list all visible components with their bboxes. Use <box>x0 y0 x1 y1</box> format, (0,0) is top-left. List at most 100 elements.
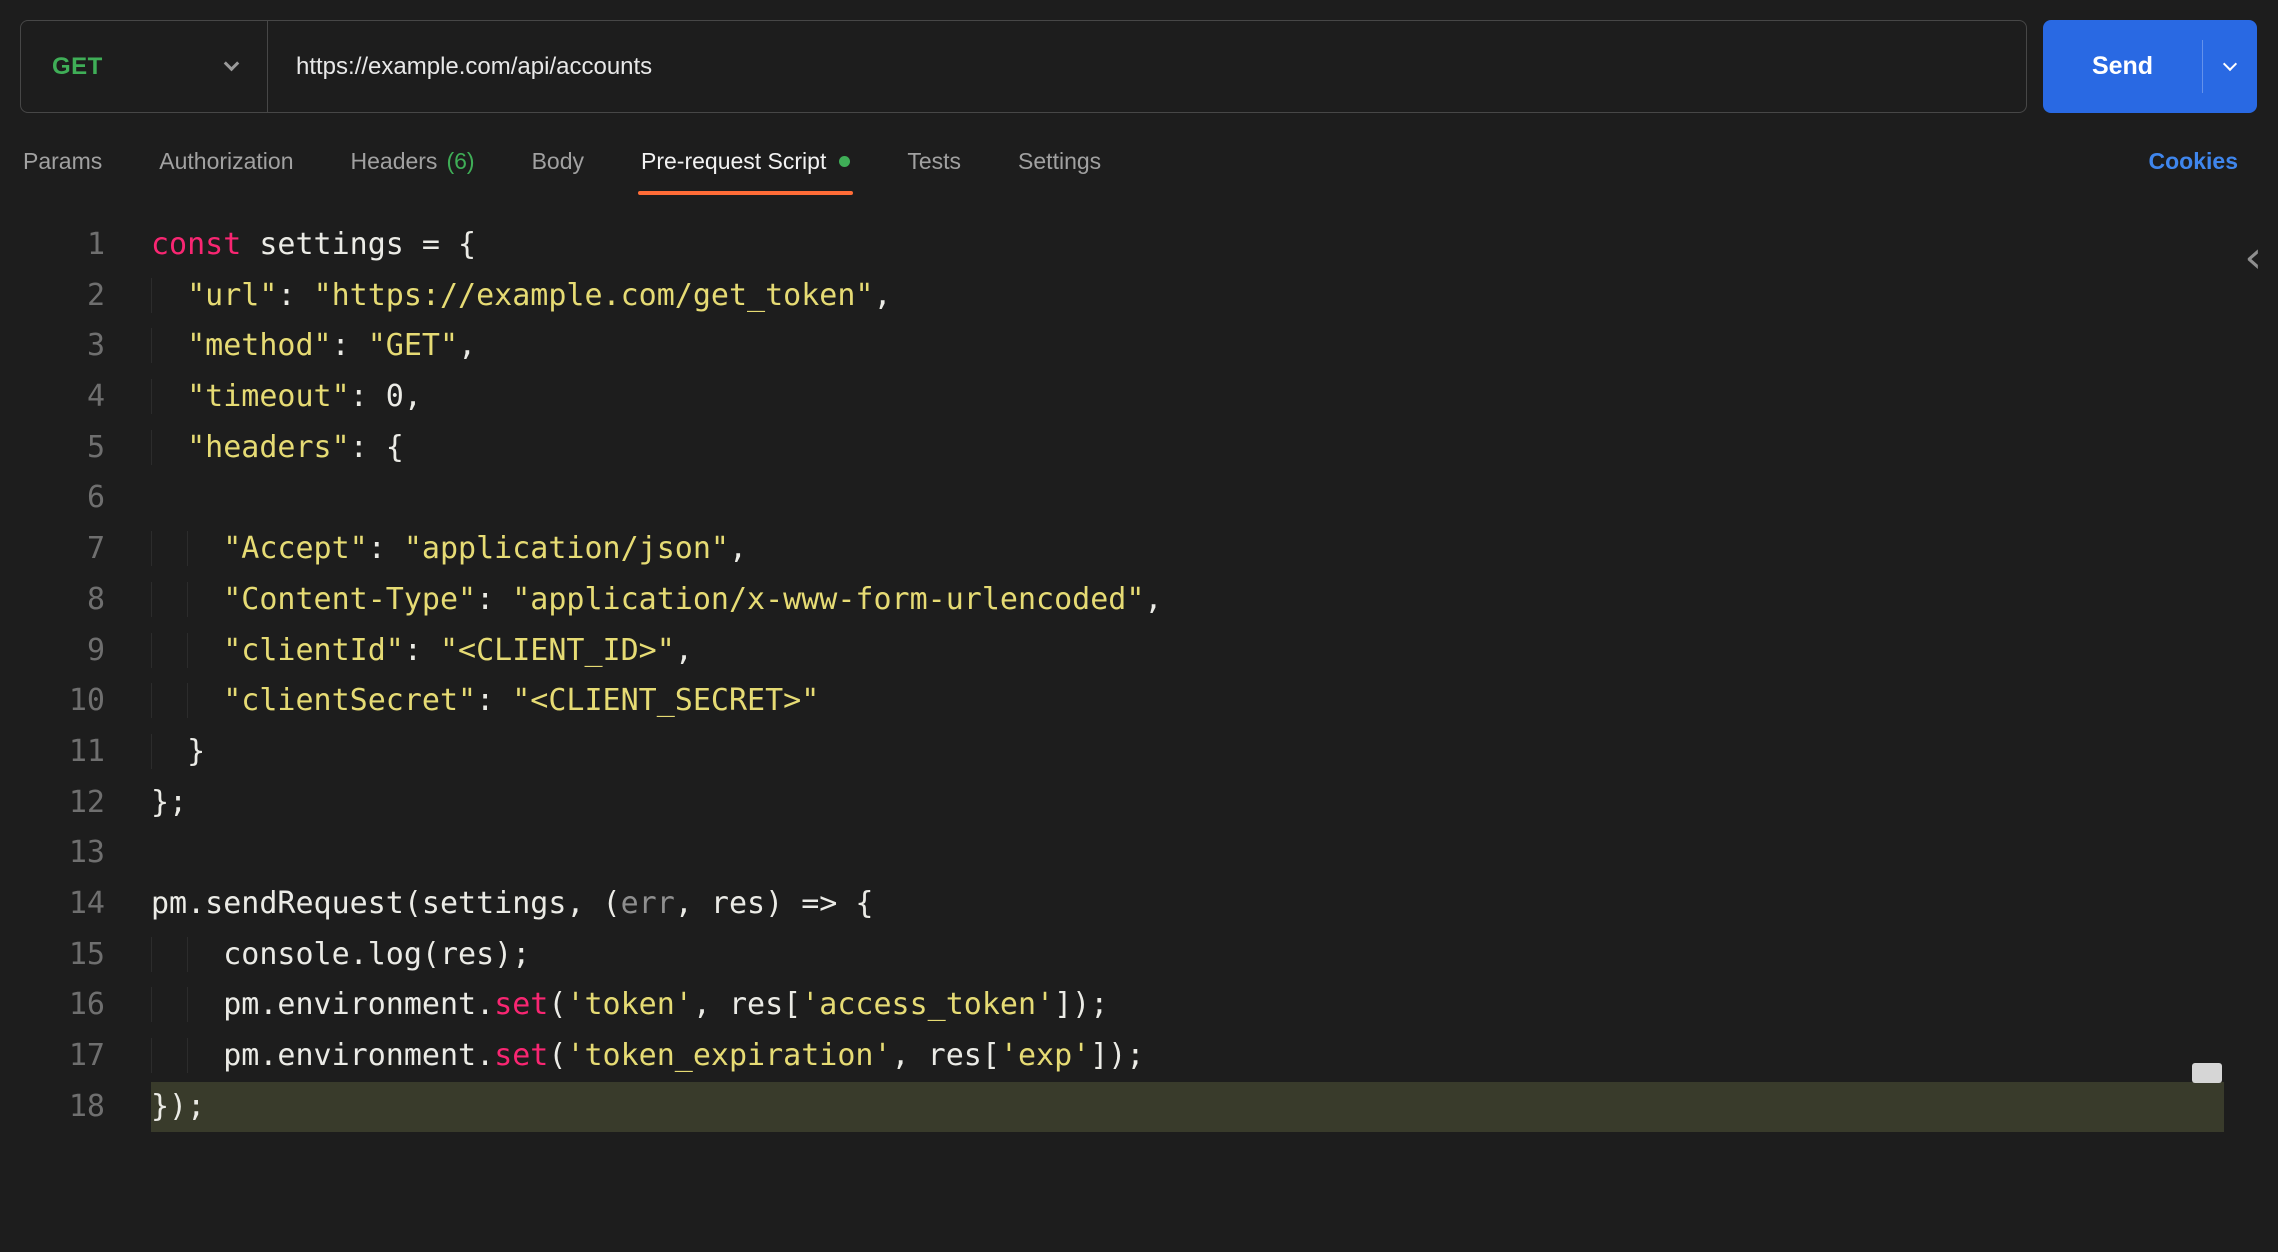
code-line-17[interactable]: pm.environment.set('token_expiration', r… <box>151 1031 2224 1082</box>
collapse-panel-icon[interactable]: ‹ <box>2244 236 2262 280</box>
code-line-16[interactable]: pm.environment.set('token', res['access_… <box>151 980 2224 1031</box>
code-token: err <box>621 886 675 921</box>
method-label: GET <box>52 53 103 81</box>
code-token: 'token_expiration' <box>566 1038 891 1073</box>
tab-label: Tests <box>907 148 961 175</box>
code-token: "timeout" <box>187 379 350 414</box>
code-token: console.log(res); <box>223 937 530 972</box>
code-line-3[interactable]: "method": "GET", <box>151 321 2224 372</box>
code-token: , res[ <box>892 1038 1000 1073</box>
code-token: "url" <box>187 278 277 313</box>
code-token: "headers" <box>187 430 350 465</box>
code-token: "Accept" <box>223 531 368 566</box>
code-token: : <box>332 328 368 363</box>
tab-count-badge: (6) <box>446 148 474 175</box>
request-bar: GET Send <box>0 0 2278 113</box>
code-token: "<CLIENT_ID>" <box>440 633 675 668</box>
tab-label: Params <box>23 148 102 175</box>
line-number-gutter: 123456789101112131415161718 <box>0 220 105 1132</box>
code-token: , <box>458 328 476 363</box>
indent-guide <box>151 683 187 718</box>
line-number: 18 <box>0 1082 105 1133</box>
scrollbar-thumb[interactable] <box>2192 1063 2222 1083</box>
code-token: "<CLIENT_SECRET>" <box>512 683 819 718</box>
indent-guide <box>187 633 223 668</box>
tab-label: Headers <box>351 148 438 175</box>
cookies-link[interactable]: Cookies <box>2149 148 2238 175</box>
code-line-6[interactable] <box>151 473 2224 524</box>
code-token: ]); <box>1054 987 1108 1022</box>
line-number: 10 <box>0 676 105 727</box>
code-token: 'access_token' <box>801 987 1054 1022</box>
code-token: ( <box>548 1038 566 1073</box>
code-area[interactable]: const settings = { "url": "https://examp… <box>151 220 2224 1132</box>
send-button[interactable]: Send <box>2043 20 2257 113</box>
send-button-main[interactable]: Send <box>2043 20 2202 113</box>
code-line-7[interactable]: "Accept": "application/json", <box>151 524 2224 575</box>
tab-label: Authorization <box>159 148 293 175</box>
chevron-down-icon <box>224 56 240 72</box>
code-line-8[interactable]: "Content-Type": "application/x-www-form-… <box>151 575 2224 626</box>
code-line-10[interactable]: "clientSecret": "<CLIENT_SECRET>" <box>151 676 2224 727</box>
indent-guide <box>151 987 187 1022</box>
code-token: , <box>729 531 747 566</box>
code-token: "application/x-www-form-urlencoded" <box>512 582 1144 617</box>
send-options-button[interactable] <box>2203 20 2257 113</box>
code-token: const <box>151 227 241 262</box>
code-line-5[interactable]: "headers": { <box>151 423 2224 474</box>
indent-guide <box>187 683 223 718</box>
url-group: GET <box>20 20 2027 113</box>
code-line-14[interactable]: pm.sendRequest(settings, (err, res) => { <box>151 879 2224 930</box>
code-token: : { <box>350 430 404 465</box>
line-number: 8 <box>0 575 105 626</box>
indent-guide <box>187 1038 223 1073</box>
code-token: 'token' <box>566 987 692 1022</box>
code-token: "GET" <box>368 328 458 363</box>
method-dropdown[interactable]: GET <box>21 21 267 112</box>
indent-guide <box>151 430 187 465</box>
tab-bar: Params Authorization Headers (6) Body Pre-req… <box>0 128 2278 195</box>
code-token: "Content-Type" <box>223 582 476 617</box>
tab-headers[interactable]: Headers (6) <box>351 128 475 195</box>
indent-guide <box>151 734 187 769</box>
code-token: pm.environment. <box>223 1038 494 1073</box>
unsaved-changes-dot-icon <box>839 156 850 167</box>
code-line-12[interactable]: }; <box>151 778 2224 829</box>
tab-settings[interactable]: Settings <box>1018 128 1101 195</box>
code-token: ( <box>548 987 566 1022</box>
line-number: 4 <box>0 372 105 423</box>
code-token: 'exp' <box>1000 1038 1090 1073</box>
code-line-11[interactable]: } <box>151 727 2224 778</box>
indent-guide <box>151 531 187 566</box>
chevron-down-icon <box>2223 56 2237 70</box>
code-token: set <box>494 987 548 1022</box>
code-line-13[interactable] <box>151 828 2224 879</box>
tab-params[interactable]: Params <box>23 128 102 195</box>
tab-pre-request-script[interactable]: Pre-request Script <box>641 128 850 195</box>
code-line-2[interactable]: "url": "https://example.com/get_token", <box>151 271 2224 322</box>
code-token: : <box>476 582 512 617</box>
code-token: } <box>187 734 205 769</box>
url-input[interactable] <box>268 21 2026 112</box>
send-label: Send <box>2092 52 2153 81</box>
code-line-15[interactable]: console.log(res); <box>151 930 2224 981</box>
line-number: 1 <box>0 220 105 271</box>
code-token: settings = { <box>241 227 476 262</box>
code-token: "https://example.com/get_token" <box>314 278 874 313</box>
tab-tests[interactable]: Tests <box>907 128 961 195</box>
code-token: : <box>277 278 313 313</box>
indent-guide <box>151 582 187 617</box>
tab-authorization[interactable]: Authorization <box>159 128 293 195</box>
tab-label: Body <box>532 148 584 175</box>
code-token: "method" <box>187 328 332 363</box>
tab-label: Settings <box>1018 148 1101 175</box>
code-line-9[interactable]: "clientId": "<CLIENT_ID>", <box>151 626 2224 677</box>
code-token: , <box>873 278 891 313</box>
line-number: 3 <box>0 321 105 372</box>
code-line-18[interactable]: }); <box>151 1082 2224 1133</box>
tab-body[interactable]: Body <box>532 128 584 195</box>
pre-request-script-editor[interactable]: 123456789101112131415161718 const settin… <box>0 195 2278 1132</box>
code-line-1[interactable]: const settings = { <box>151 220 2224 271</box>
code-line-4[interactable]: "timeout": 0, <box>151 372 2224 423</box>
line-number: 7 <box>0 524 105 575</box>
